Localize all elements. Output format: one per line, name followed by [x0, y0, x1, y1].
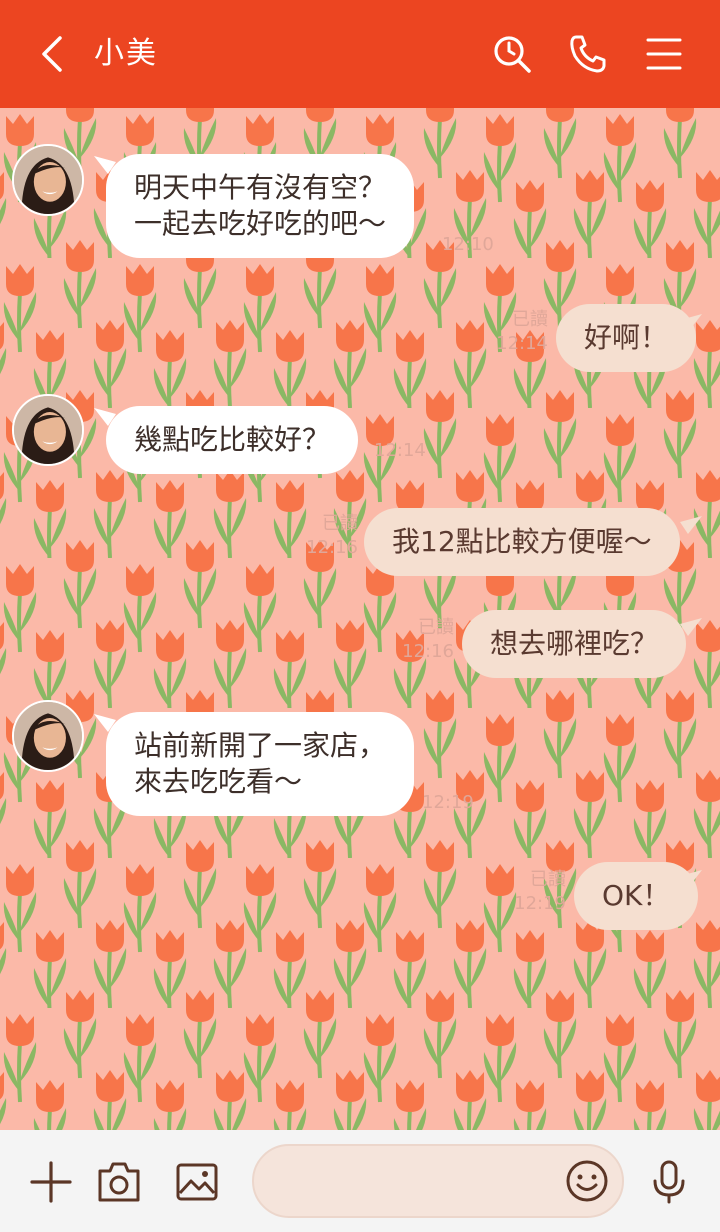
- message-input-bar: [0, 1130, 720, 1232]
- image-icon: [176, 1163, 218, 1201]
- message-bubble-incoming[interactable]: 明天中午有沒有空？ 一起去吃好吃的吧～: [106, 154, 415, 258]
- camera-button[interactable]: [96, 1159, 142, 1205]
- message-bubble-incoming[interactable]: 站前新開了一家店， 來去吃吃看～: [106, 712, 415, 816]
- back-icon: [42, 36, 62, 72]
- chat-area[interactable]: 明天中午有沒有空？ 一起去吃好吃的吧～ 12:10 已讀 12:14 好啊！ 幾…: [0, 108, 720, 1130]
- voice-button[interactable]: [646, 1159, 692, 1205]
- search-icon: [494, 36, 531, 73]
- emoji-icon: [566, 1160, 608, 1202]
- message-time: 12:19: [422, 792, 474, 813]
- message-time: 12:10: [442, 234, 494, 255]
- bubble-tail: [680, 512, 702, 534]
- microphone-icon: [653, 1160, 685, 1204]
- message-bubble-outgoing[interactable]: 好啊！: [556, 304, 697, 372]
- read-receipt: 已讀 12:19: [514, 869, 566, 914]
- bubble-tail: [680, 310, 702, 332]
- message-time: 12:14: [374, 440, 426, 461]
- bubble-tail: [680, 866, 702, 888]
- menu-icon: [646, 38, 682, 70]
- emoji-button[interactable]: [564, 1158, 610, 1204]
- contact-avatar[interactable]: [12, 700, 84, 772]
- read-receipt: 已讀 12:16: [306, 513, 358, 558]
- bubble-tail: [680, 614, 702, 636]
- chat-header: 小美: [0, 0, 720, 108]
- avatar-photo: [14, 702, 82, 770]
- read-receipt: 已讀 12:16: [402, 617, 454, 662]
- call-button[interactable]: [566, 32, 610, 76]
- contact-avatar[interactable]: [12, 394, 84, 466]
- message-bubble-outgoing[interactable]: 我12點比較方便喔～: [364, 508, 680, 576]
- search-button[interactable]: [490, 32, 534, 76]
- back-button[interactable]: [34, 32, 74, 76]
- camera-icon: [98, 1162, 140, 1202]
- image-button[interactable]: [174, 1159, 220, 1205]
- add-button[interactable]: [28, 1159, 74, 1205]
- plus-icon: [30, 1161, 72, 1203]
- read-receipt: 已讀 12:14: [496, 309, 548, 354]
- phone-icon: [570, 35, 606, 73]
- message-bubble-outgoing[interactable]: 想去哪裡吃？: [462, 610, 687, 678]
- avatar-photo: [14, 146, 82, 214]
- contact-avatar[interactable]: [12, 144, 84, 216]
- chat-title: 小美: [94, 36, 158, 71]
- avatar-photo: [14, 396, 82, 464]
- message-bubble-incoming[interactable]: 幾點吃比較好？: [106, 406, 359, 474]
- menu-button[interactable]: [642, 32, 686, 76]
